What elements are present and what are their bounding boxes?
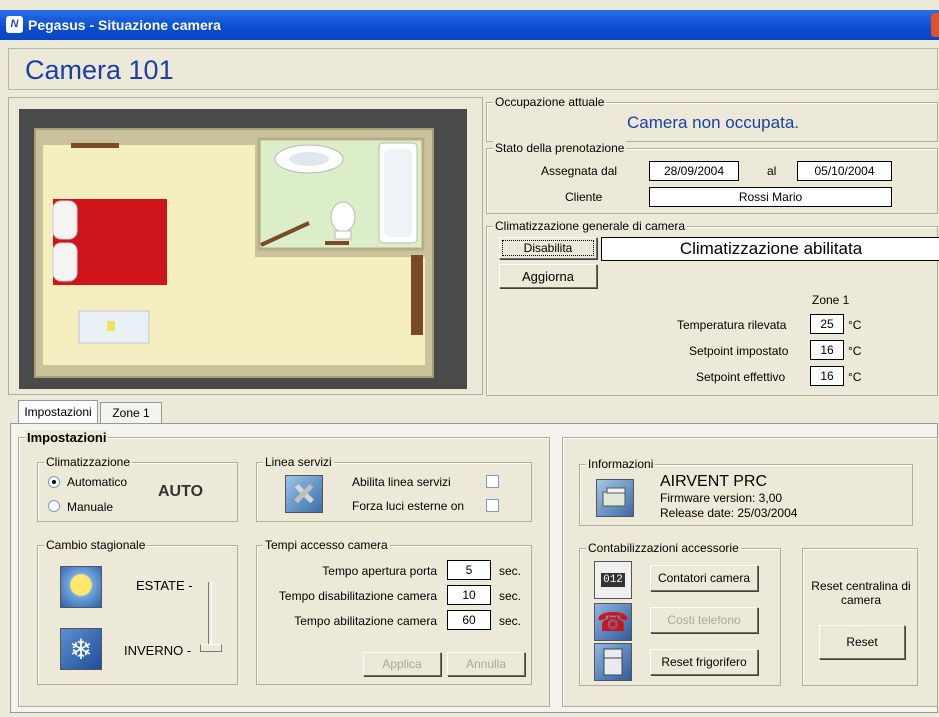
- refrigerator-icon: [603, 648, 623, 676]
- info-legend: Informazioni: [586, 457, 656, 471]
- tab-strip: Impostazioni Zone 1: [18, 400, 938, 424]
- client-field[interactable]: Rossi Mario: [649, 187, 892, 207]
- climate-mode-display: AUTO: [158, 483, 204, 500]
- reset-unit-group: Reset centralina di camera Reset: [802, 548, 918, 686]
- temperature-unit: °C: [848, 318, 862, 332]
- occupancy-legend: Occupazione attuale: [493, 95, 607, 109]
- cancel-button[interactable]: Annulla: [447, 652, 525, 676]
- setpoint-set-field: 16: [810, 340, 844, 360]
- season-slider-track: [208, 582, 212, 652]
- release-date: Release date: 25/03/2004: [660, 506, 798, 520]
- summer-label: ESTATE -: [136, 578, 193, 593]
- radio-manuale-label: Manuale: [67, 500, 114, 514]
- fridge-reset-button[interactable]: Reset frigorifero: [650, 649, 758, 675]
- refresh-button[interactable]: Aggiorna: [499, 264, 597, 288]
- counter-icon-text: 012: [601, 573, 625, 587]
- to-label: al: [767, 164, 777, 178]
- tab-impostazioni-label: Impostazioni: [24, 405, 92, 419]
- fridge-icon: [594, 643, 632, 681]
- apply-button[interactable]: Applica: [363, 652, 441, 676]
- page-title: Camera 101: [25, 55, 174, 85]
- season-group: Cambio stagionale ESTATE - ❄ INVERNO -: [37, 538, 238, 685]
- occupancy-group: Occupazione attuale Camera non occupata.: [486, 95, 938, 142]
- room-enable-time-field[interactable]: 60: [447, 610, 491, 630]
- disable-button[interactable]: Disabilita: [499, 237, 597, 259]
- room-enable-time-unit: sec.: [499, 614, 522, 628]
- enable-service-label: Abilita linea servizi: [352, 475, 451, 489]
- reset-unit-label: Reset centralina di camera: [811, 579, 911, 607]
- product-name: AIRVENT PRC: [660, 473, 767, 490]
- force-lights-label: Forza luci esterne on: [352, 499, 465, 513]
- winter-label: INVERNO -: [124, 643, 192, 658]
- room-disable-time-label: Tempo disabilitazione camera: [278, 589, 437, 603]
- sun-icon: [60, 566, 102, 608]
- info-group: Informazioni AIRVENT PRC Firmware versio…: [579, 457, 913, 526]
- setpoint-set-unit: °C: [848, 344, 862, 358]
- force-lights-checkbox[interactable]: [486, 499, 499, 512]
- season-slider-thumb[interactable]: [200, 644, 222, 652]
- controller-icon: [602, 487, 626, 507]
- radio-automatico-label: Automatico: [67, 475, 128, 489]
- door-open-time-field[interactable]: 5: [447, 560, 491, 580]
- radio-automatico[interactable]: [48, 476, 60, 488]
- room-disable-time-field[interactable]: 10: [447, 585, 491, 605]
- accessories-legend: Contabilizzazioni accessorie: [586, 541, 741, 555]
- tab-zone-1-label: Zone 1: [112, 406, 150, 420]
- access-times-group: Tempi accesso camera Tempo apertura port…: [256, 538, 532, 685]
- season-legend: Cambio stagionale: [44, 538, 148, 552]
- climate-general-group: Climatizzazione generale di camera Disab…: [486, 219, 939, 396]
- tab-impostazioni[interactable]: Impostazioni: [18, 400, 98, 424]
- temperature-field: 25: [810, 314, 844, 334]
- assigned-label: Assegnata dal: [541, 164, 618, 178]
- app-icon: N: [6, 16, 23, 33]
- occupancy-status: Camera non occupata.: [627, 113, 799, 132]
- tools-icon: [285, 475, 323, 513]
- climate-status-field: Climatizzazione abilitata: [601, 237, 939, 261]
- accessories-group: Contabilizzazioni accessorie 012 Contato…: [579, 541, 781, 686]
- setpoint-effective-field: 16: [810, 366, 844, 386]
- reservation-group: Stato della prenotazione Assegnata dal 2…: [486, 141, 938, 214]
- room-enable-time-label: Tempo abilitazione camera: [294, 614, 437, 628]
- phone-costs-button[interactable]: Costi telefono: [650, 607, 758, 633]
- enable-service-checkbox[interactable]: [486, 475, 499, 488]
- radio-manuale[interactable]: [48, 500, 60, 512]
- to-date-field[interactable]: 05/10/2004: [797, 161, 892, 181]
- wrench-icon: [294, 484, 314, 504]
- temperature-label: Temperatura rilevata: [677, 318, 787, 332]
- climate-general-legend: Climatizzazione generale di camera: [493, 219, 688, 233]
- climate-mode-legend: Climatizzazione: [44, 455, 133, 469]
- door-open-time-unit: sec.: [499, 564, 522, 578]
- service-line-group: Linea servizi Abilita linea servizi Forz…: [256, 455, 532, 522]
- device-icon: [596, 479, 634, 517]
- zone-header: Zone 1: [812, 293, 850, 307]
- climate-mode-group: Climatizzazione Automatico Manuale AUTO: [37, 455, 238, 522]
- room-map: [19, 109, 467, 389]
- telephone-icon: ☎: [594, 603, 632, 641]
- tab-zone-1[interactable]: Zone 1: [100, 402, 162, 424]
- counter-icon: 012: [594, 561, 632, 599]
- access-times-legend: Tempi accesso camera: [263, 538, 390, 552]
- room-floorplan-image: [34, 128, 434, 378]
- setpoint-effective-label: Setpoint effettivo: [696, 370, 786, 384]
- from-date-field[interactable]: 28/09/2004: [649, 161, 739, 181]
- settings-legend: Impostazioni: [25, 430, 109, 445]
- service-line-legend: Linea servizi: [263, 455, 334, 469]
- room-disable-time-unit: sec.: [499, 589, 522, 603]
- window-title: Pegasus - Situazione camera: [28, 17, 221, 33]
- room-counters-button[interactable]: Contatori camera: [650, 565, 758, 591]
- reset-button[interactable]: Reset: [819, 625, 905, 659]
- close-button[interactable]: [931, 13, 939, 37]
- reservation-legend: Stato della prenotazione: [493, 141, 627, 155]
- setpoint-set-label: Setpoint impostato: [689, 344, 789, 358]
- client-label: Cliente: [565, 190, 603, 204]
- door-open-time-label: Tempo apertura porta: [322, 564, 437, 578]
- firmware-version: Firmware version: 3,00: [660, 491, 783, 505]
- setpoint-effective-unit: °C: [848, 370, 862, 384]
- header-bar: Camera 101: [8, 48, 938, 90]
- window-title-bar: N Pegasus - Situazione camera: [0, 10, 939, 40]
- snowflake-icon: ❄: [60, 628, 102, 670]
